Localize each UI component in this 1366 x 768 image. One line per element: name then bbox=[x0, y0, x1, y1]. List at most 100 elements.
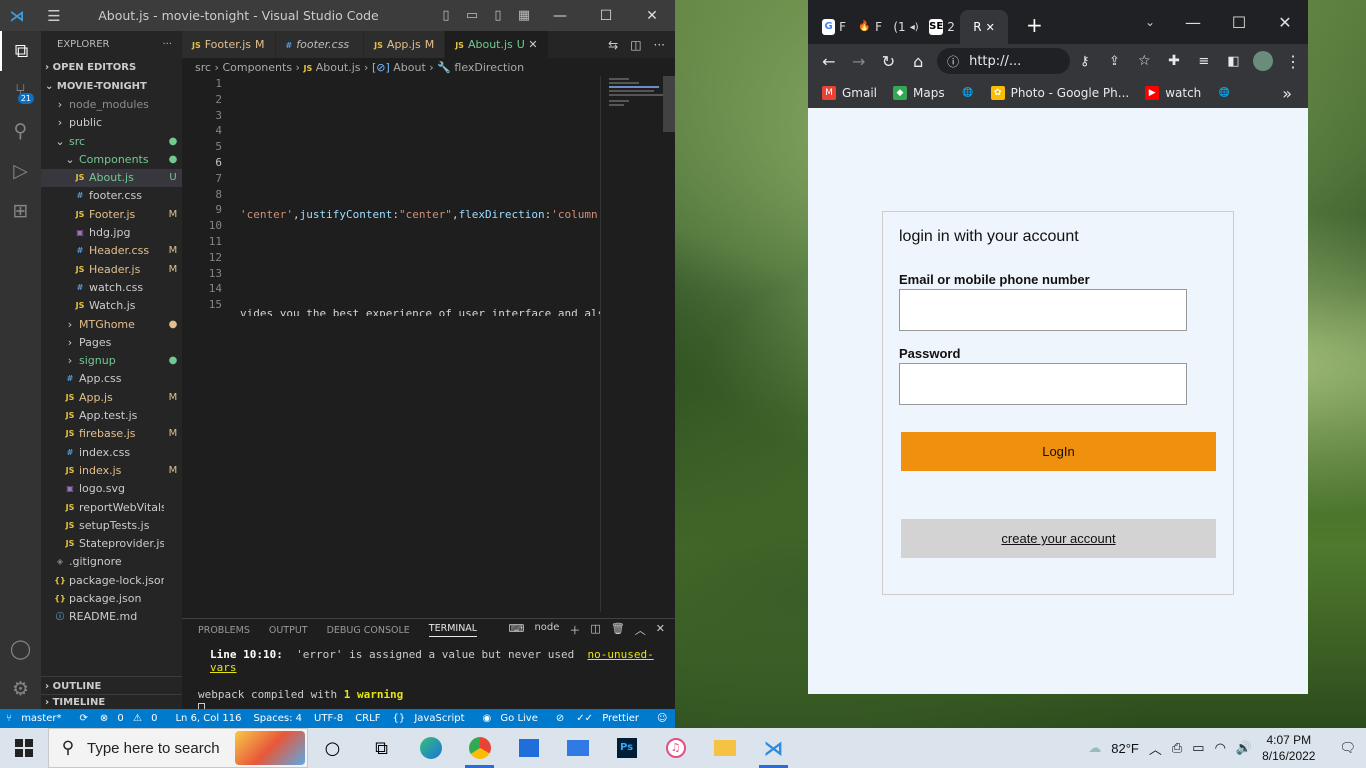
tree-item[interactable]: {} package.json bbox=[41, 590, 182, 608]
browser-tab[interactable]: SE 2 bbox=[924, 10, 960, 44]
tree-item[interactable]: JS App.js M bbox=[41, 389, 182, 407]
cursor-position[interactable]: Ln 6, Col 116 bbox=[169, 713, 247, 724]
maximize-icon[interactable]: ☐ bbox=[583, 8, 629, 24]
breadcrumb-item[interactable]: flexDirection bbox=[454, 61, 524, 74]
bookmark-item[interactable]: 🌐 bbox=[1217, 86, 1231, 100]
notifications-icon[interactable]: 🗨 bbox=[1339, 740, 1356, 756]
minimize-icon[interactable]: — bbox=[537, 8, 583, 24]
close-panel-icon[interactable]: ✕ bbox=[656, 622, 665, 638]
tree-item[interactable]: › signup ● bbox=[41, 352, 182, 370]
breadcrumb-item[interactable]: Components bbox=[222, 61, 292, 74]
mail-icon[interactable] bbox=[553, 728, 602, 768]
tab-terminal[interactable]: TERMINAL bbox=[428, 623, 478, 637]
share-icon[interactable]: ⇪ bbox=[1100, 54, 1130, 69]
breadcrumb-item[interactable]: src bbox=[195, 61, 211, 74]
itunes-icon[interactable]: ♫ bbox=[651, 728, 700, 768]
tree-item[interactable]: JS index.js M bbox=[41, 462, 182, 480]
close-tab-icon[interactable]: ✕ bbox=[525, 38, 537, 51]
clock[interactable]: 4:07 PM 8/16/2022 bbox=[1262, 732, 1315, 764]
tab-debug-console[interactable]: DEBUG CONSOLE bbox=[327, 625, 410, 636]
tab-problems[interactable]: PROBLEMS bbox=[198, 625, 250, 636]
password-field[interactable] bbox=[899, 363, 1187, 405]
go-live[interactable]: ◉ Go Live bbox=[477, 713, 550, 724]
tree-item[interactable]: JS Watch.js bbox=[41, 297, 182, 315]
create-account-button[interactable]: create your account bbox=[901, 519, 1216, 558]
tree-item[interactable]: JS App.test.js bbox=[41, 407, 182, 425]
tree-item[interactable]: JS Stateprovider.js bbox=[41, 535, 182, 553]
prettier[interactable]: ✓✓ Prettier bbox=[570, 713, 651, 724]
store-icon[interactable] bbox=[504, 728, 553, 768]
browser-tab[interactable]: (1 ◂) bbox=[888, 10, 924, 44]
tree-item[interactable]: JS Footer.js M bbox=[41, 206, 182, 224]
branch-item[interactable]: ⑂ master* bbox=[0, 713, 73, 724]
info-icon[interactable]: ⓘ bbox=[947, 53, 959, 70]
chrome-icon[interactable] bbox=[455, 728, 504, 768]
tab-search-icon[interactable]: ⌄ bbox=[1130, 15, 1170, 29]
new-terminal-icon[interactable]: ＋ bbox=[569, 622, 580, 638]
toggle-panel-icon[interactable]: ▭ bbox=[459, 8, 485, 23]
indentation[interactable]: Spaces: 4 bbox=[247, 713, 308, 724]
source-control-icon[interactable]: ⑂ 21 bbox=[0, 71, 41, 111]
key-icon[interactable]: ⚷ bbox=[1070, 54, 1100, 69]
minimap[interactable] bbox=[600, 76, 675, 612]
tree-item[interactable]: ⌄ Components ● bbox=[41, 151, 182, 169]
tree-item[interactable]: # watch.css bbox=[41, 279, 182, 297]
explorer-icon[interactable]: ⧉ bbox=[0, 31, 41, 71]
login-button[interactable]: LogIn bbox=[901, 432, 1216, 471]
bookmark-item[interactable]: ✿ Photo - Google Ph... bbox=[990, 86, 1129, 100]
weather-temp[interactable]: 82°F bbox=[1111, 741, 1139, 756]
file-explorer-icon[interactable] bbox=[700, 728, 749, 768]
encoding[interactable]: UTF-8 bbox=[308, 713, 349, 724]
settings-gear-icon[interactable]: ⚙ bbox=[0, 669, 41, 709]
tree-item[interactable]: › MTGhome ● bbox=[41, 316, 182, 334]
profile-avatar[interactable] bbox=[1248, 51, 1278, 72]
wifi-icon[interactable]: ◠ bbox=[1215, 740, 1226, 756]
cortana-icon[interactable]: ○ bbox=[308, 728, 357, 768]
tree-item[interactable]: ⓘ README.md bbox=[41, 608, 182, 626]
breadcrumb-item[interactable]: About bbox=[393, 61, 426, 74]
start-button[interactable] bbox=[0, 728, 48, 768]
feedback-icon[interactable]: ☺ bbox=[651, 713, 673, 724]
volume-icon[interactable]: 🔊 bbox=[1236, 740, 1252, 756]
bookmark-item[interactable]: 🌐 bbox=[961, 86, 975, 100]
tree-item[interactable]: JS reportWebVitals.js bbox=[41, 499, 182, 517]
media-icon[interactable]: ≡ bbox=[1189, 54, 1219, 69]
tree-item[interactable]: JS Header.js M bbox=[41, 261, 182, 279]
open-editors-section[interactable]: › OPEN EDITORS bbox=[41, 58, 182, 77]
tab-output[interactable]: OUTPUT bbox=[269, 625, 308, 636]
tree-item[interactable]: JS firebase.js M bbox=[41, 425, 182, 443]
timeline-section[interactable]: › TIMELINE bbox=[41, 694, 182, 709]
photoshop-icon[interactable]: Ps bbox=[602, 728, 651, 768]
tree-item[interactable]: JS About.js U bbox=[41, 169, 182, 188]
toggle-secondary-sidebar-icon[interactable]: ▯ bbox=[485, 8, 511, 23]
browser-tab[interactable]: R ✕ bbox=[960, 10, 1008, 44]
browser-tab[interactable]: GF bbox=[816, 10, 852, 44]
tree-item[interactable]: JS setupTests.js bbox=[41, 517, 182, 535]
bookmark-item[interactable]: ▶ watch bbox=[1145, 86, 1201, 100]
tree-item[interactable]: # index.css bbox=[41, 444, 182, 462]
new-tab-icon[interactable]: + bbox=[1026, 13, 1043, 37]
more-icon[interactable]: ··· bbox=[654, 38, 665, 52]
email-field[interactable] bbox=[899, 289, 1187, 331]
account-icon[interactable]: ◯ bbox=[0, 629, 41, 669]
notifications-icon[interactable]: 🔔 bbox=[673, 713, 675, 724]
weather-icon[interactable]: ☁ bbox=[1088, 740, 1101, 756]
trash-icon[interactable]: 🗑 bbox=[611, 622, 625, 638]
close-icon[interactable]: ✕ bbox=[629, 8, 675, 24]
terminal-shell[interactable]: node bbox=[534, 622, 559, 638]
sync-icon[interactable]: ⟳ bbox=[73, 713, 93, 724]
tree-item[interactable]: ▣ logo.svg bbox=[41, 480, 182, 498]
search-icon[interactable]: ⚲ bbox=[0, 111, 41, 151]
extensions-puzzle-icon[interactable]: ✚ bbox=[1159, 53, 1189, 69]
meet-now-icon[interactable]: ⎙ bbox=[1172, 740, 1182, 756]
chrome-maximize-icon[interactable]: ☐ bbox=[1216, 13, 1262, 32]
chrome-close-icon[interactable]: ✕ bbox=[1262, 13, 1308, 32]
extensions-icon[interactable]: ⊞ bbox=[0, 191, 41, 231]
edge-icon[interactable] bbox=[406, 728, 455, 768]
customize-layout-icon[interactable]: ▦ bbox=[511, 8, 537, 23]
bookmark-star-icon[interactable]: ☆ bbox=[1129, 53, 1159, 69]
split-terminal-icon[interactable]: ◫ bbox=[590, 622, 600, 638]
run-debug-icon[interactable]: ▷ bbox=[0, 151, 41, 191]
toggle-sidebar-icon[interactable]: ▯ bbox=[433, 8, 459, 23]
tree-item[interactable]: # Header.css M bbox=[41, 242, 182, 260]
